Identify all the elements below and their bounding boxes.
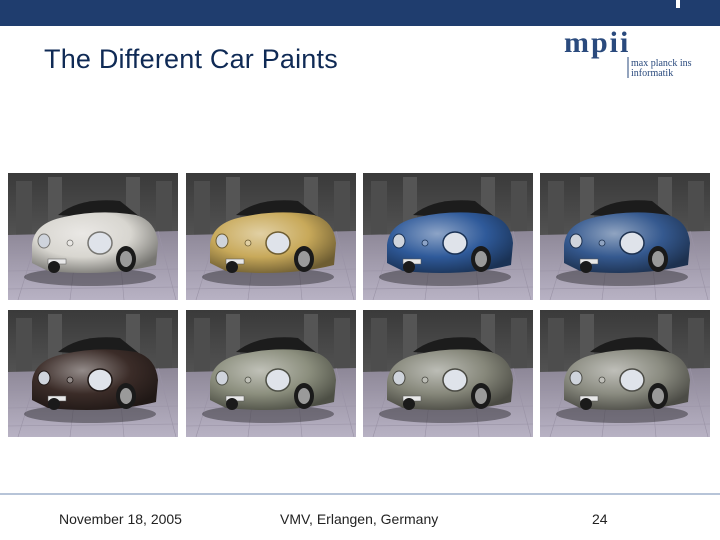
car-render-7 bbox=[363, 310, 533, 437]
footer-divider bbox=[0, 493, 720, 495]
car-render-grid bbox=[8, 173, 714, 439]
footer-date: November 18, 2005 bbox=[59, 511, 182, 527]
car-render-8 bbox=[540, 310, 710, 437]
car-render-3 bbox=[363, 173, 533, 300]
page-number: 24 bbox=[592, 511, 608, 527]
logo-line-2: informatik bbox=[631, 68, 673, 79]
header-bar bbox=[0, 0, 720, 26]
logo-mark: mpii bbox=[564, 30, 630, 59]
car-render-6 bbox=[186, 310, 356, 437]
car-render-4 bbox=[540, 173, 710, 300]
footer-venue: VMV, Erlangen, Germany bbox=[280, 511, 439, 527]
header-tick-mark bbox=[676, 0, 680, 8]
mpii-logo: mpii max planck institut informatik bbox=[562, 30, 692, 82]
slide-title: The Different Car Paints bbox=[44, 44, 338, 74]
car-render-1 bbox=[8, 173, 178, 300]
car-render-5 bbox=[8, 310, 178, 437]
car-render-2 bbox=[186, 173, 356, 300]
